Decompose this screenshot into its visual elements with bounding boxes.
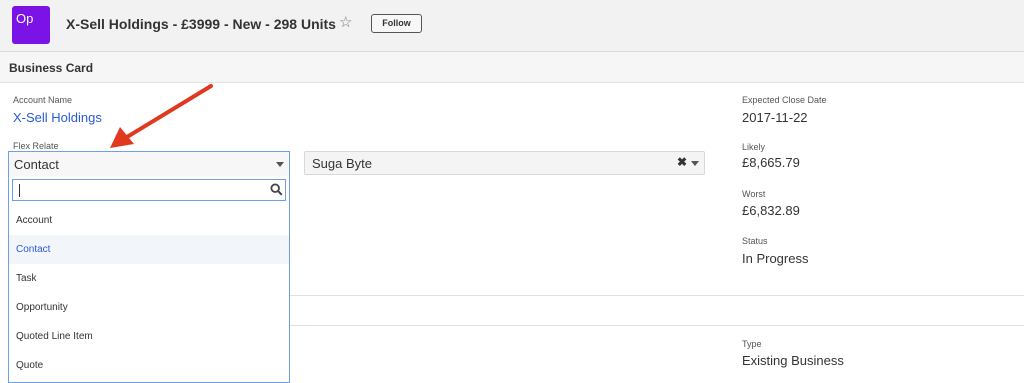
- annotation-arrow-icon: [110, 84, 213, 148]
